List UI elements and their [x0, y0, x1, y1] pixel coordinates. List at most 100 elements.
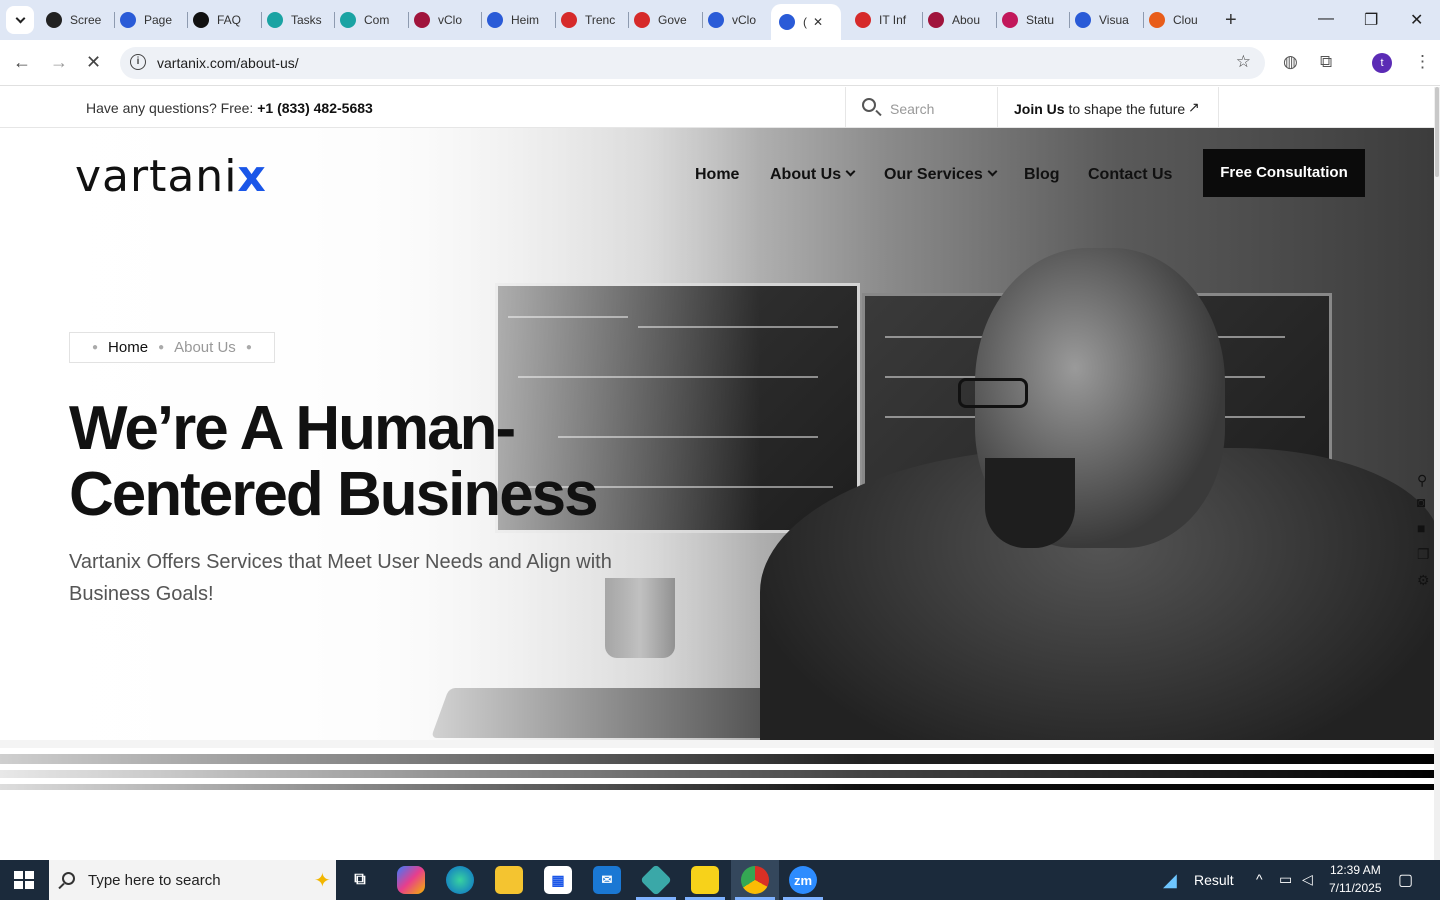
- tab-separator: [408, 12, 409, 28]
- browser-tab[interactable]: Com: [340, 6, 402, 34]
- check-icon: [708, 12, 724, 28]
- hero-section: vartanix Home About Us Our Services Blog…: [0, 128, 1434, 740]
- nav-blog[interactable]: Blog: [1024, 166, 1060, 184]
- translate-icon[interactable]: ◍: [1283, 52, 1298, 72]
- join-us-link[interactable]: Join Us to shape the future ↗: [998, 87, 1219, 128]
- browser-tab[interactable]: Abou: [928, 6, 990, 34]
- mail-icon[interactable]: ✉: [593, 866, 621, 894]
- browser-tab[interactable]: Clou: [1149, 6, 1211, 34]
- screen-icon: [46, 12, 62, 28]
- task-view-icon[interactable]: ⧉: [346, 866, 374, 894]
- weather-icon[interactable]: ◢: [1163, 870, 1177, 910]
- gem-icon: [928, 12, 944, 28]
- tab-search-button[interactable]: [6, 6, 34, 34]
- taskbar-search[interactable]: Type here to search ✦: [49, 860, 336, 900]
- tab-separator: [702, 12, 703, 28]
- tab-label: (: [803, 15, 807, 29]
- site-info-icon[interactable]: i: [130, 54, 146, 70]
- sticky-notes-icon[interactable]: [691, 866, 719, 894]
- store-icon[interactable]: ▦: [544, 866, 572, 894]
- tab-label: FAQ: [217, 13, 242, 27]
- network-icon[interactable]: ▭: [1279, 871, 1292, 911]
- breadcrumb-home[interactable]: Home: [108, 339, 148, 356]
- tab-label: Com: [364, 13, 390, 27]
- browser-tab[interactable]: Heim: [487, 6, 549, 34]
- site-top-bar: Have any questions? Free: +1 (833) 482-5…: [0, 87, 1434, 128]
- browser-tab[interactable]: Tasks: [267, 6, 329, 34]
- question-text: Have any questions? Free:: [86, 100, 258, 116]
- search-input[interactable]: Search: [890, 101, 934, 117]
- profile-avatar[interactable]: t: [1372, 53, 1392, 73]
- taskbar-search-input[interactable]: Type here to search: [88, 872, 221, 889]
- page-subtitle: Vartanix Offers Services that Meet User …: [69, 551, 612, 605]
- browser-tab[interactable]: vClo: [708, 6, 770, 34]
- browser-tab[interactable]: Page: [120, 6, 182, 34]
- gear-icon[interactable]: ⚙: [1417, 572, 1434, 589]
- copy-icon[interactable]: ❐: [1417, 546, 1434, 563]
- breadcrumb-dot: ●: [158, 342, 165, 353]
- copilot-icon[interactable]: [397, 866, 425, 894]
- phone-link[interactable]: +1 (833) 482-5683: [257, 100, 373, 116]
- tab-label: vClo: [732, 13, 757, 27]
- bolt-icon: [1002, 12, 1018, 28]
- address-bar[interactable]: i vartanix.com/about-us/ ☆: [120, 47, 1265, 79]
- nav-contact-us[interactable]: Contact Us: [1088, 166, 1172, 184]
- back-button[interactable]: ←: [13, 52, 31, 73]
- clock-date[interactable]: 7/11/2025: [1329, 881, 1382, 921]
- browser-tab[interactable]: Scree: [46, 6, 108, 34]
- arrow-up-right-icon: ↗: [1188, 99, 1200, 115]
- video-icon[interactable]: ■: [1417, 520, 1434, 536]
- join-bold-text: Join Us: [1014, 101, 1065, 117]
- tab-separator: [114, 12, 115, 28]
- free-consultation-button[interactable]: Free Consultation: [1203, 149, 1365, 197]
- edge-icon[interactable]: [446, 866, 474, 894]
- page-scrollbar[interactable]: [1434, 87, 1440, 860]
- gauge-icon: [120, 12, 136, 28]
- hex-app-icon[interactable]: [640, 864, 672, 896]
- weather-text[interactable]: Result: [1194, 872, 1234, 912]
- vartanix-logo[interactable]: vartanix: [75, 151, 267, 202]
- start-button[interactable]: [14, 871, 34, 889]
- browser-tab[interactable]: vClo: [414, 6, 476, 34]
- camera-icon[interactable]: ◙: [1417, 494, 1434, 510]
- tab-separator: [555, 12, 556, 28]
- link-icon[interactable]: ⚲: [1417, 472, 1434, 489]
- extensions-icon[interactable]: ⧉: [1320, 52, 1332, 72]
- close-tab-icon[interactable]: ✕: [813, 15, 823, 29]
- file-explorer-icon[interactable]: [495, 866, 523, 894]
- contact-question: Have any questions? Free: +1 (833) 482-5…: [86, 100, 373, 116]
- browser-toolbar: ← → ✕ i vartanix.com/about-us/ ☆ ◍ ⧉ t ⋮: [0, 40, 1440, 86]
- browser-tab[interactable]: (✕: [771, 4, 841, 40]
- new-tab-button[interactable]: +: [1225, 9, 1237, 32]
- nav-our-services[interactable]: Our Services: [884, 166, 998, 184]
- site-search[interactable]: Search: [845, 87, 998, 128]
- menu-kebab-icon[interactable]: ⋮: [1414, 52, 1431, 72]
- zoom-icon[interactable]: zm: [789, 866, 817, 894]
- tray-chevron-icon[interactable]: ^: [1256, 871, 1263, 911]
- tab-label: Statu: [1026, 13, 1055, 27]
- browser-tab[interactable]: IT Inf: [855, 6, 917, 34]
- tab-separator: [187, 12, 188, 28]
- browser-tab[interactable]: Visua: [1075, 6, 1137, 34]
- scrollbar-thumb[interactable]: [1435, 87, 1439, 177]
- browser-tab[interactable]: Gove: [634, 6, 696, 34]
- tab-separator: [628, 12, 629, 28]
- browser-tab[interactable]: Trenc: [561, 6, 623, 34]
- search-icon: [62, 872, 75, 885]
- browser-tab[interactable]: Statu: [1002, 6, 1064, 34]
- notifications-icon[interactable]: ▢: [1398, 870, 1413, 910]
- browser-tab[interactable]: FAQ: [193, 6, 255, 34]
- openai-icon: [193, 12, 209, 28]
- stop-loading-button[interactable]: ✕: [86, 52, 101, 73]
- volume-icon[interactable]: ◁: [1302, 871, 1313, 911]
- nav-label: Blog: [1024, 166, 1060, 183]
- chrome-icon[interactable]: [741, 866, 769, 894]
- close-window-button[interactable]: ✕: [1410, 10, 1423, 30]
- minimize-button[interactable]: —: [1318, 10, 1334, 28]
- shield-icon: [561, 12, 577, 28]
- bookmark-star-icon[interactable]: ☆: [1236, 52, 1251, 72]
- restore-button[interactable]: ❐: [1364, 10, 1378, 30]
- nav-home[interactable]: Home: [695, 166, 739, 184]
- forward-button[interactable]: →: [50, 52, 68, 73]
- nav-about-us[interactable]: About Us: [770, 166, 856, 184]
